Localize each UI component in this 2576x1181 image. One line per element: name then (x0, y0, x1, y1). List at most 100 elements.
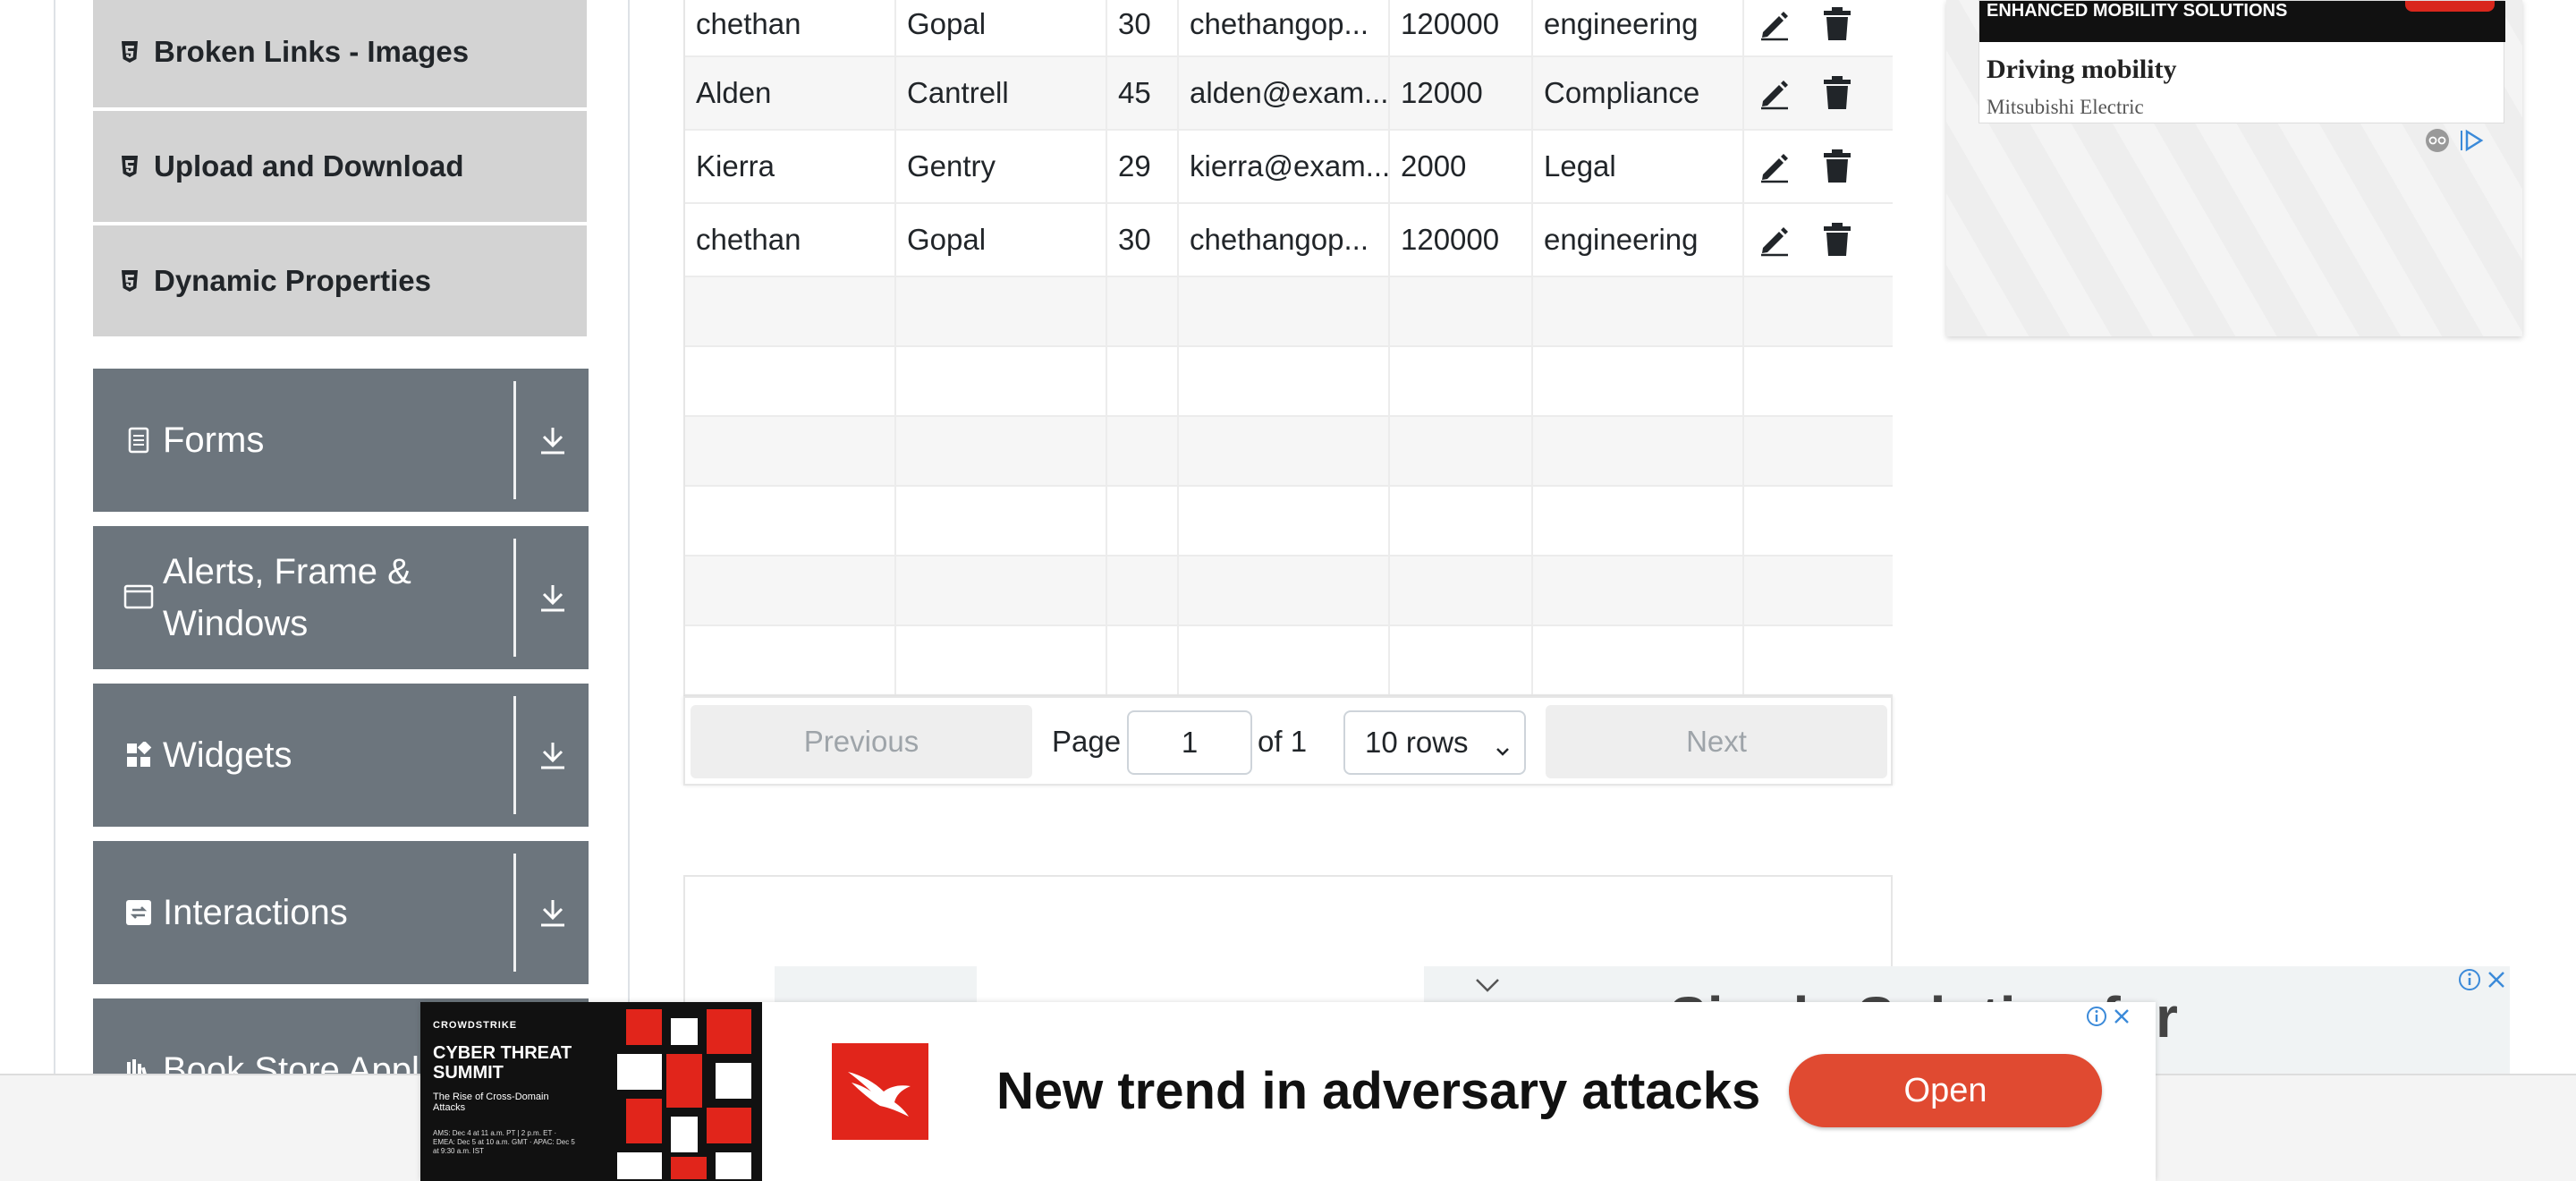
edit-pencil-icon[interactable] (1755, 145, 1794, 188)
first-name-cell: chethan (685, 0, 896, 55)
sidebar-item-broken-links-images[interactable]: Broken Links - Images (93, 0, 587, 107)
table-row: chethan Gopal 30 chethangop... 120000 en… (685, 0, 1893, 57)
salary-cell: 2000 (1390, 131, 1533, 202)
ad-image-mosaic (617, 1009, 751, 1179)
page: Broken Links - Images Upload and Downloa… (0, 0, 2576, 1181)
crowdstrike-falcon-logo-icon (832, 1043, 928, 1140)
edit-pencil-icon[interactable] (1755, 3, 1794, 46)
empty-table-row (685, 557, 1893, 626)
html5-shield-icon (118, 38, 141, 65)
delete-trash-icon[interactable] (1818, 72, 1857, 115)
ad-image-subtitle: The Rise of Cross-Domain Attacks (433, 1092, 549, 1113)
download-icon[interactable] (538, 841, 567, 984)
ad-image[interactable]: CROWDSTRIKE CYBER THREAT SUMMIT The Rise… (420, 1002, 762, 1181)
ad-controls[interactable] (2458, 968, 2508, 996)
divider (513, 381, 516, 499)
first-name-cell: Alden (685, 57, 896, 129)
email-cell: chethangop... (1179, 204, 1390, 276)
sidebar-item-label: Broken Links - Images (154, 35, 470, 68)
last-name-cell: Gopal (896, 0, 1107, 55)
ad-info-icon[interactable] (2458, 968, 2481, 996)
edit-pencil-icon[interactable] (1755, 218, 1794, 261)
sidebar-item-label: Upload and Download (154, 149, 464, 183)
ad-privacy-icon[interactable] (2424, 127, 2451, 158)
last-name-cell: Cantrell (896, 57, 1107, 129)
ad-banner-accent (2405, 1, 2495, 12)
divider (513, 854, 516, 972)
sidebar-group-alerts-frame-windows[interactable]: Alerts, Frame & Windows (93, 526, 589, 669)
ad-choices[interactable] (2424, 127, 2485, 158)
close-icon[interactable] (2485, 968, 2508, 996)
page-number-input[interactable]: 1 (1127, 710, 1252, 775)
ad-open-button[interactable]: Open (1789, 1054, 2102, 1127)
ad-image-title: CYBER THREAT SUMMIT (433, 1043, 572, 1083)
table-row: Kierra Gentry 29 kierra@exam... 2000 Leg… (685, 131, 1893, 204)
html5-shield-icon (118, 268, 141, 294)
sidebar: Broken Links - Images Upload and Downloa… (54, 0, 630, 1142)
close-icon[interactable] (2111, 1006, 2132, 1032)
empty-table-row (685, 487, 1893, 557)
ad-brand: Mitsubishi Electric (1987, 96, 2144, 118)
download-icon[interactable] (538, 526, 567, 669)
department-cell: engineering (1533, 204, 1744, 276)
empty-table-row (685, 347, 1893, 417)
empty-table-row (685, 626, 1893, 696)
document-icon (123, 425, 154, 455)
first-name-cell: chethan (685, 204, 896, 276)
chevron-down-icon[interactable] (1474, 975, 1501, 999)
age-cell: 30 (1107, 204, 1179, 276)
department-cell: Compliance (1533, 57, 1744, 129)
ad-info-icon[interactable] (2086, 1006, 2107, 1032)
download-icon[interactable] (538, 369, 567, 512)
email-cell: kierra@exam... (1179, 131, 1390, 202)
salary-cell: 120000 (1390, 0, 1533, 55)
ad-banner: ENHANCED MOBILITY SOLUTIONS (1979, 1, 2505, 42)
ad-controls[interactable] (2086, 1006, 2132, 1032)
sidebar-group-label: Forms (163, 421, 265, 460)
divider (513, 539, 516, 657)
salary-cell: 120000 (1390, 204, 1533, 276)
rows-per-page-value: 10 rows (1365, 726, 1469, 759)
sidebar-ad[interactable]: ENHANCED MOBILITY SOLUTIONS Driving mobi… (1946, 0, 2522, 336)
previous-button[interactable]: Previous (691, 705, 1032, 778)
rows-per-page-select[interactable]: 10 rows (1343, 710, 1526, 775)
widgets-icon (123, 740, 154, 770)
sidebar-group-label: Interactions (163, 893, 348, 932)
sidebar-item-label: Dynamic Properties (154, 264, 431, 297)
ad-headline: Driving mobility (1987, 55, 2177, 84)
empty-table-row (685, 417, 1893, 487)
ad-image-dates: AMS: Dec 4 at 11 a.m. PT | 2 p.m. ET · E… (433, 1129, 575, 1155)
delete-trash-icon[interactable] (1818, 218, 1857, 261)
adchoices-icon[interactable] (2458, 127, 2485, 158)
delete-trash-icon[interactable] (1818, 3, 1857, 46)
department-cell: Legal (1533, 131, 1744, 202)
action-cell (1744, 131, 1893, 202)
window-icon (123, 582, 154, 612)
empty-table-row (685, 277, 1893, 347)
interactions-icon (123, 897, 154, 928)
ad-headline: New trend in adversary attacks (996, 1062, 1761, 1120)
sidebar-item-upload-download[interactable]: Upload and Download (93, 111, 587, 222)
sidebar-group-label: Widgets (163, 735, 292, 775)
download-icon[interactable] (538, 684, 567, 827)
first-name-cell: Kierra (685, 131, 896, 202)
anchor-ad[interactable]: CROWDSTRIKE CYBER THREAT SUMMIT The Rise… (420, 1002, 2156, 1181)
ad-banner-text: ENHANCED MOBILITY SOLUTIONS (1987, 1, 2288, 21)
sidebar-group-forms[interactable]: Forms (93, 369, 589, 512)
sidebar-group-widgets[interactable]: Widgets (93, 684, 589, 827)
last-name-cell: Gentry (896, 131, 1107, 202)
action-cell (1744, 204, 1893, 276)
pagination-bar: Previous Page 1 of 1 10 rows Next (683, 696, 1893, 786)
sidebar-group-interactions[interactable]: Interactions (93, 841, 589, 984)
delete-trash-icon[interactable] (1818, 145, 1857, 188)
age-cell: 30 (1107, 0, 1179, 55)
department-cell: engineering (1533, 0, 1744, 55)
edit-pencil-icon[interactable] (1755, 72, 1794, 115)
action-cell (1744, 57, 1893, 129)
sidebar-item-dynamic-properties[interactable]: Dynamic Properties (93, 225, 587, 336)
next-button[interactable]: Next (1546, 705, 1887, 778)
sidebar-group-label: Alerts, Frame & Windows (163, 552, 411, 643)
ad-card[interactable]: ENHANCED MOBILITY SOLUTIONS Driving mobi… (1979, 0, 2505, 123)
divider (513, 696, 516, 814)
chevron-down-icon (1494, 734, 1512, 768)
